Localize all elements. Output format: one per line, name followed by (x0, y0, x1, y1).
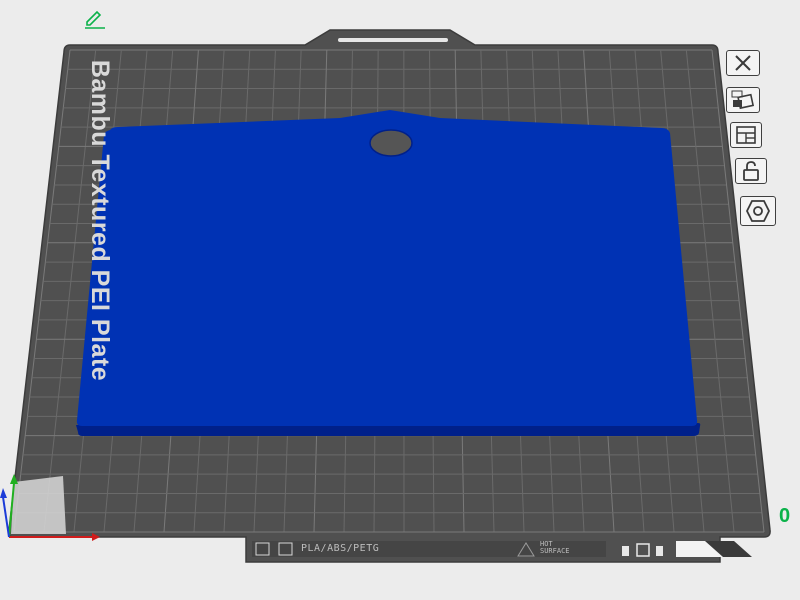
close-icon (735, 55, 751, 71)
z-axis-arrow-icon (0, 488, 7, 498)
model-top (76, 110, 698, 426)
plate-name-label: Bambu Textured PEI Plate (86, 59, 115, 380)
origin-pad (11, 476, 66, 534)
plate-name-text: Bambu Textured PEI Plate (86, 59, 115, 381)
build-plate-viewport[interactable] (0, 0, 800, 600)
hot-surface-label: HOT SURFACE (540, 540, 570, 555)
auto-orient-icon (731, 90, 755, 110)
plate-settings-icon (746, 200, 770, 222)
auto-orient-button[interactable] (726, 87, 760, 113)
model-hanging-hole (369, 129, 413, 157)
plate-handle-slot (338, 38, 448, 42)
plate-settings-button[interactable] (740, 196, 776, 226)
arrange-icon (736, 126, 756, 144)
object-count: 0 (779, 505, 791, 527)
z-axis (2, 496, 10, 538)
filament-types-label: PLA/ABS/PETG (301, 543, 380, 554)
close-plate-button[interactable] (726, 50, 760, 76)
lock-plate-button[interactable] (735, 158, 767, 184)
model-object[interactable] (76, 110, 701, 436)
arrange-button[interactable] (730, 122, 762, 148)
lock-icon (743, 161, 759, 181)
